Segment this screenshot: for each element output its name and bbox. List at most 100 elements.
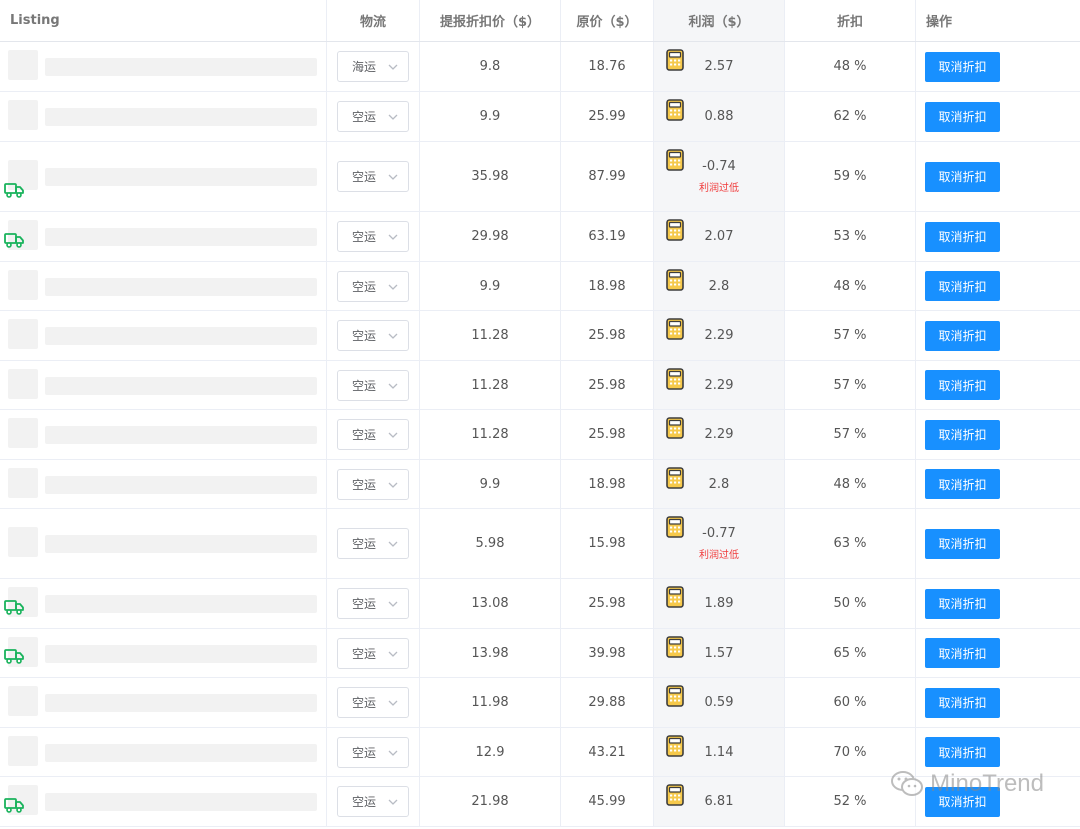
shipping-select[interactable]: 空运 (337, 320, 409, 351)
product-title[interactable] (45, 228, 317, 246)
shipping-cell: 空运 (327, 361, 420, 409)
shipping-select[interactable]: 空运 (337, 528, 409, 559)
cancel-discount-button[interactable]: 取消折扣 (925, 271, 1000, 301)
shipping-select[interactable]: 空运 (337, 786, 409, 817)
original-price-cell: 25.98 (561, 579, 654, 628)
calculator-icon[interactable] (666, 685, 684, 707)
profit-value: 1.89 (704, 596, 734, 611)
discount-price-cell: 11.28 (420, 361, 561, 409)
product-thumbnail[interactable] (8, 100, 38, 130)
header-listing: Listing (0, 0, 327, 41)
cancel-discount-button[interactable]: 取消折扣 (925, 419, 1000, 450)
product-title[interactable] (45, 168, 317, 186)
shipping-cell: 海运 (327, 42, 420, 91)
product-title[interactable] (45, 744, 317, 762)
profit-value: 6.81 (704, 794, 734, 809)
cancel-discount-button[interactable]: 取消折扣 (925, 370, 1000, 400)
discount-price-cell: 11.28 (420, 311, 561, 360)
shipping-select[interactable]: 空运 (337, 270, 409, 302)
product-title[interactable] (45, 476, 317, 494)
cancel-discount-button[interactable]: 取消折扣 (925, 687, 1000, 718)
product-title[interactable] (45, 535, 317, 553)
cancel-discount-button[interactable]: 取消折扣 (925, 161, 1000, 192)
calculator-icon[interactable] (666, 784, 684, 806)
shipping-select[interactable]: 空运 (337, 419, 409, 450)
product-thumbnail[interactable] (8, 50, 38, 80)
calculator-icon[interactable] (666, 516, 684, 538)
calculator-icon[interactable] (666, 49, 684, 71)
table-row: 空运 9.9 18.98 2.8 48 % 取消折扣 (0, 460, 1080, 509)
calculator-icon[interactable] (666, 636, 684, 658)
calculator-icon[interactable] (666, 735, 684, 757)
cancel-discount-button[interactable]: 取消折扣 (925, 638, 1000, 668)
product-title[interactable] (45, 377, 317, 395)
shipping-select[interactable]: 空运 (337, 468, 409, 500)
cancel-discount-button[interactable]: 取消折扣 (925, 51, 1000, 82)
product-title[interactable] (45, 595, 317, 613)
wechat-icon (891, 771, 924, 796)
product-thumbnail[interactable] (8, 270, 38, 300)
chevron-down-icon (388, 383, 398, 389)
product-title[interactable] (45, 793, 317, 811)
listing-cell (0, 42, 327, 91)
table-row: 空运 13.08 25.98 1.89 50 % 取消折扣 (0, 579, 1080, 629)
product-title[interactable] (45, 426, 317, 444)
calculator-icon[interactable] (666, 149, 684, 171)
calculator-icon[interactable] (666, 586, 684, 608)
product-title[interactable] (45, 58, 317, 76)
product-thumbnail[interactable] (8, 527, 38, 557)
shipping-select-value: 空运 (352, 110, 377, 124)
product-title[interactable] (45, 108, 317, 126)
calculator-icon[interactable] (666, 417, 684, 439)
listing-cell (0, 311, 327, 360)
original-price-cell: 25.98 (561, 361, 654, 409)
product-thumbnail[interactable] (8, 736, 38, 766)
shipping-select[interactable]: 空运 (337, 221, 409, 252)
action-cell: 取消折扣 (916, 311, 1080, 360)
profit-cell: 2.8 (654, 460, 785, 508)
product-thumbnail[interactable] (8, 369, 38, 399)
cancel-discount-button[interactable]: 取消折扣 (925, 320, 1000, 351)
discount-rate-cell: 50 % (785, 579, 916, 628)
cancel-discount-button[interactable]: 取消折扣 (925, 737, 1000, 767)
product-title[interactable] (45, 645, 317, 663)
chevron-down-icon (388, 284, 398, 290)
product-title[interactable] (45, 327, 317, 345)
profit-cell: 0.88 (654, 92, 785, 141)
product-title[interactable] (45, 694, 317, 712)
product-thumbnail[interactable] (8, 686, 38, 716)
calculator-icon[interactable] (666, 219, 684, 241)
cancel-discount-button[interactable]: 取消折扣 (925, 221, 1000, 252)
cancel-discount-button[interactable]: 取消折扣 (925, 588, 1000, 619)
shipping-cell: 空运 (327, 212, 420, 261)
shipping-select[interactable]: 空运 (337, 101, 409, 132)
original-price-cell: 25.98 (561, 410, 654, 459)
profit-value: 2.8 (708, 278, 730, 294)
calculator-icon[interactable] (666, 318, 684, 340)
product-title[interactable] (45, 278, 317, 296)
shipping-select[interactable]: 空运 (337, 161, 409, 192)
cancel-discount-button[interactable]: 取消折扣 (925, 101, 1000, 132)
shipping-select[interactable]: 空运 (337, 588, 409, 619)
shipping-select[interactable]: 空运 (337, 687, 409, 718)
table-row: 空运 35.98 87.99 -0.74 利润过低 59 % 取消折扣 (0, 142, 1080, 212)
action-cell: 取消折扣 (916, 460, 1080, 508)
cancel-discount-button[interactable]: 取消折扣 (925, 469, 1000, 499)
shipping-select[interactable]: 空运 (337, 736, 409, 768)
shipping-select[interactable]: 海运 (337, 51, 409, 82)
product-thumbnail[interactable] (8, 418, 38, 448)
product-thumbnail[interactable] (8, 468, 38, 498)
calculator-icon[interactable] (666, 368, 684, 390)
profit-warning: 利润过低 (699, 183, 739, 194)
cancel-discount-button[interactable]: 取消折扣 (925, 528, 1000, 559)
original-price-cell: 63.19 (561, 212, 654, 261)
shipping-select[interactable]: 空运 (337, 637, 409, 669)
shipping-select[interactable]: 空运 (337, 369, 409, 401)
table-row: 海运 9.8 18.76 2.57 48 % 取消折扣 (0, 42, 1080, 92)
chevron-down-icon (388, 482, 398, 488)
calculator-icon[interactable] (666, 99, 684, 121)
calculator-icon[interactable] (666, 467, 684, 489)
product-thumbnail[interactable] (8, 319, 38, 349)
calculator-icon[interactable] (666, 269, 684, 291)
profit-cell: 0.59 (654, 678, 785, 727)
